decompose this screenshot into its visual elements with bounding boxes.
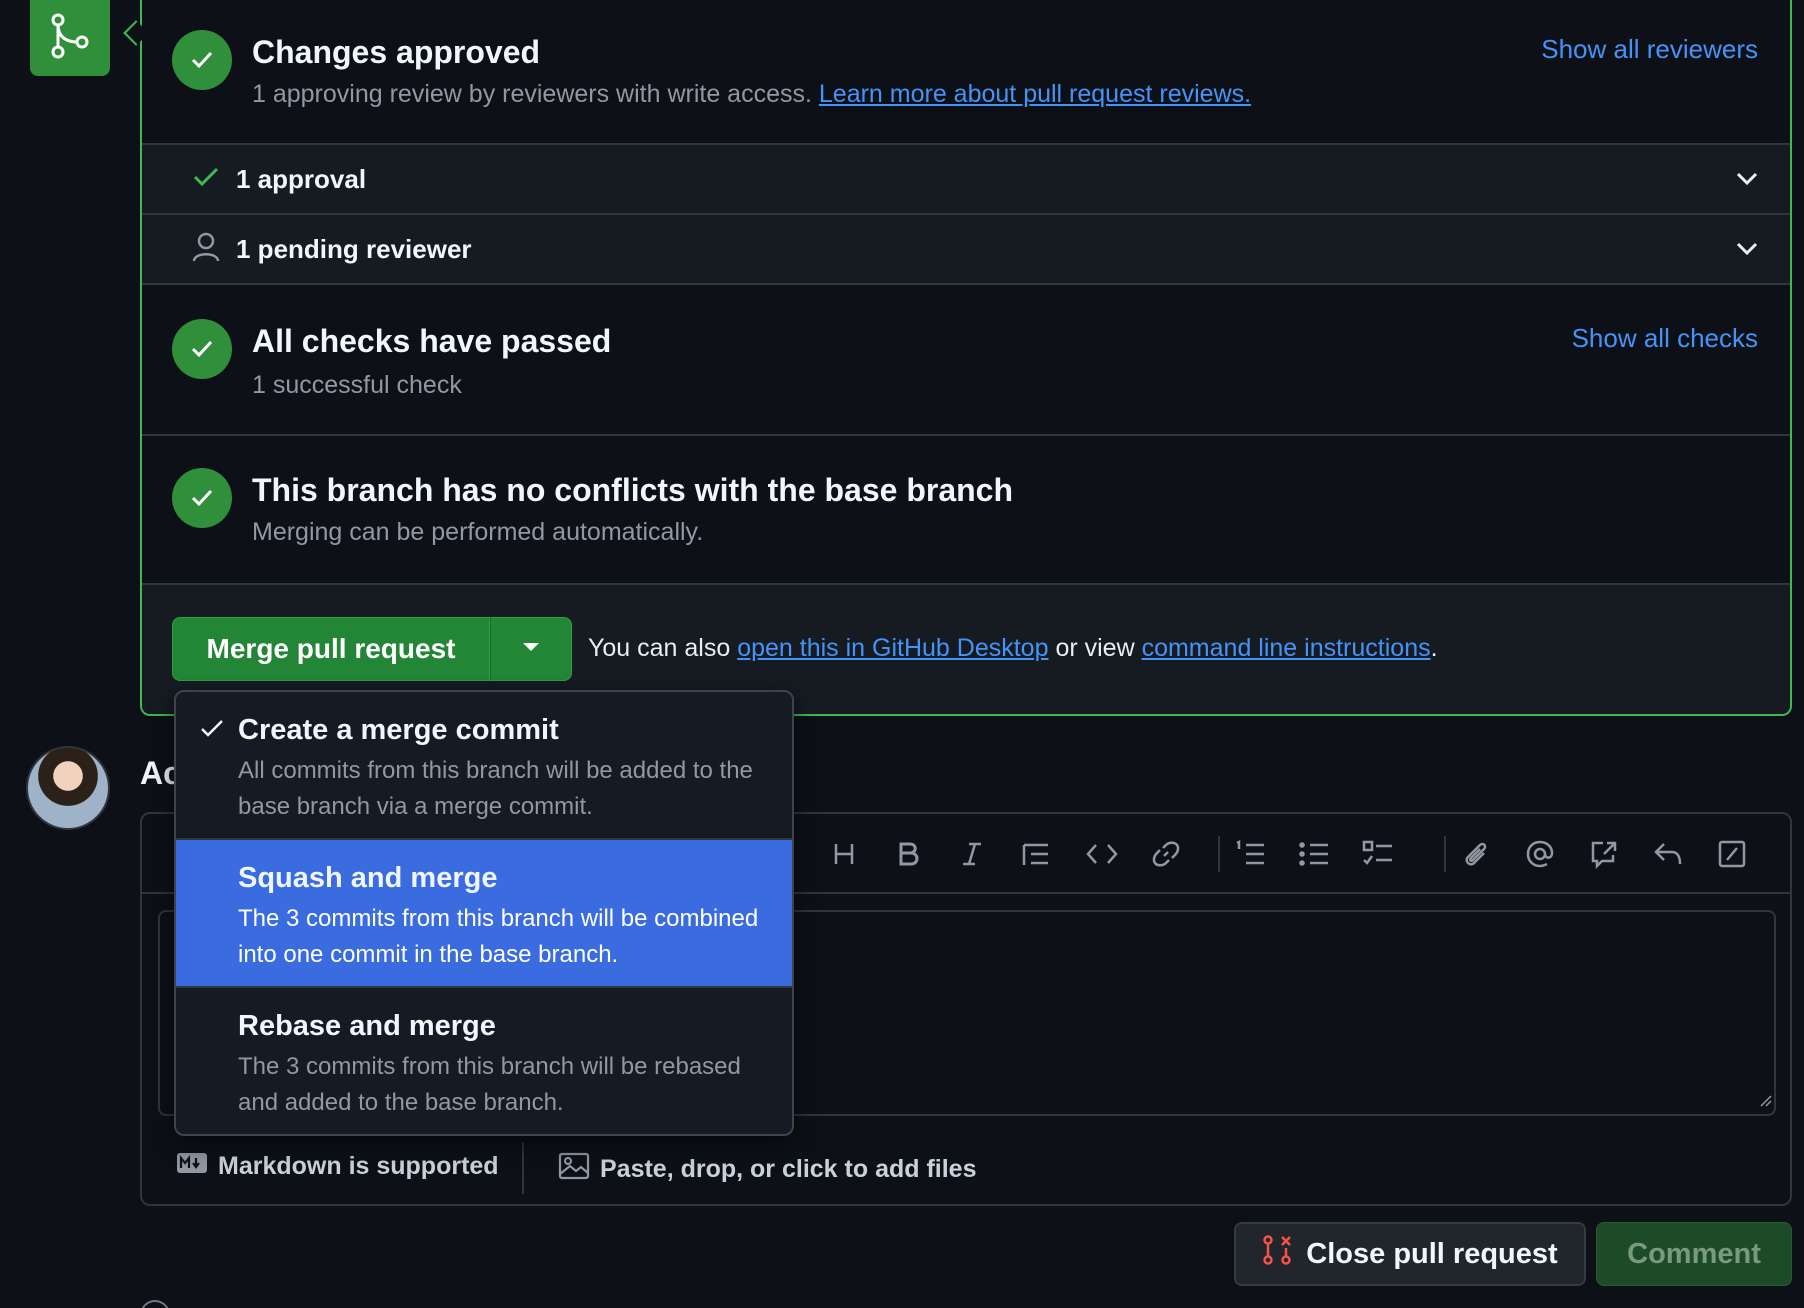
task-list-icon[interactable] <box>1360 836 1396 872</box>
git-pull-request-closed-icon <box>1262 1234 1292 1274</box>
conflicts-section: This branch has no conflicts with the ba… <box>142 436 1790 585</box>
period-text: . <box>1430 634 1438 662</box>
git-merge-tile <box>30 0 110 76</box>
merge-pull-request-button[interactable]: Merge pull request <box>172 617 490 681</box>
pending-reviewer-label: 1 pending reviewer <box>236 233 472 264</box>
approved-check-icon <box>172 30 232 90</box>
avatar[interactable] <box>26 746 110 830</box>
approval-count-label: 1 approval <box>236 163 367 194</box>
code-icon[interactable] <box>1084 836 1120 872</box>
learn-more-reviews-link[interactable]: Learn more about pull request reviews. <box>819 80 1251 108</box>
image-icon <box>558 1152 590 1187</box>
files-note-text: Paste, drop, or click to add files <box>600 1155 977 1183</box>
comment-button[interactable]: Comment <box>1596 1222 1792 1286</box>
person-icon <box>192 232 220 267</box>
heading-icon[interactable] <box>826 836 862 872</box>
resize-handle-icon[interactable] <box>1758 1093 1772 1112</box>
menu-item-title: Squash and merge <box>238 862 498 894</box>
github-desktop-link[interactable]: open this in GitHub Desktop <box>737 634 1048 662</box>
menu-item-rebase-and-merge[interactable]: Rebase and merge The 3 commits from this… <box>176 988 792 1134</box>
conflicts-subtitle: Merging can be performed automatically. <box>252 518 704 546</box>
menu-item-description: The 3 commits from this branch will be r… <box>238 1053 741 1116</box>
show-all-reviewers-link[interactable]: Show all reviewers <box>1541 34 1758 65</box>
merge-method-menu: Create a merge commit All commits from t… <box>174 690 794 1136</box>
chevron-down-icon[interactable] <box>1734 165 1760 196</box>
ordered-list-icon[interactable] <box>1232 836 1268 872</box>
menu-item-description: All commits from this branch will be add… <box>238 757 753 820</box>
quote-icon[interactable] <box>1018 836 1054 872</box>
approved-subtitle-text: 1 approving review by reviewers with wri… <box>252 80 812 108</box>
checks-title: All checks have passed <box>252 323 612 359</box>
markdown-note-text: Markdown is supported <box>218 1152 499 1180</box>
toolbar-divider <box>1444 836 1446 872</box>
slash-command-icon[interactable] <box>1714 836 1750 872</box>
review-status-section: Changes approved 1 approving review by r… <box>142 0 1790 145</box>
selected-check-icon <box>200 718 224 745</box>
cross-reference-icon[interactable] <box>1586 836 1622 872</box>
checks-section: All checks have passed 1 successful chec… <box>142 285 1790 436</box>
footer-divider <box>522 1142 524 1194</box>
conflicts-title: This branch has no conflicts with the ba… <box>252 472 1014 508</box>
merge-box: Changes approved 1 approving review by r… <box>140 0 1792 716</box>
check-icon <box>192 165 220 194</box>
also-prefix: You can also <box>588 634 731 662</box>
merge-alternatives-text: You can also open this in GitHub Desktop… <box>588 634 1438 663</box>
menu-item-create-merge-commit[interactable]: Create a merge commit All commits from t… <box>176 692 792 840</box>
menu-item-title: Rebase and merge <box>238 1010 496 1042</box>
comment-footer: Markdown is supported Paste, drop, or cl… <box>142 1132 1790 1204</box>
pr-merge-page: Changes approved 1 approving review by r… <box>0 0 1804 1308</box>
markdown-supported-note[interactable]: Markdown is supported <box>176 1152 499 1181</box>
git-merge-icon <box>48 12 92 65</box>
reply-icon[interactable] <box>1650 836 1686 872</box>
menu-item-description: The 3 commits from this branch will be c… <box>238 905 759 968</box>
timeline-event-icon <box>140 1300 170 1308</box>
unordered-list-icon[interactable] <box>1296 836 1332 872</box>
chevron-down-icon[interactable] <box>1734 235 1760 266</box>
merge-method-dropdown-button[interactable] <box>490 617 572 681</box>
or-view-text: or view <box>1055 634 1135 662</box>
show-all-checks-link[interactable]: Show all checks <box>1572 323 1758 354</box>
pending-reviewer-row[interactable]: 1 pending reviewer <box>142 215 1790 285</box>
close-button-label: Close pull request <box>1306 1237 1558 1270</box>
checks-subtitle: 1 successful check <box>252 371 462 399</box>
link-icon[interactable] <box>1148 836 1184 872</box>
checks-passed-icon <box>172 319 232 379</box>
triangle-down-icon <box>521 640 541 658</box>
approvals-row[interactable]: 1 approval <box>142 145 1790 215</box>
toolbar-divider <box>1218 836 1220 872</box>
italic-icon[interactable] <box>954 836 990 872</box>
command-line-instructions-link[interactable]: command line instructions <box>1142 634 1431 662</box>
close-pull-request-button[interactable]: Close pull request <box>1234 1222 1586 1286</box>
menu-item-title: Create a merge commit <box>238 714 559 746</box>
add-files-control[interactable]: Paste, drop, or click to add files <box>558 1152 977 1187</box>
markdown-icon <box>176 1152 208 1181</box>
no-conflicts-icon <box>172 468 232 528</box>
bold-icon[interactable] <box>890 836 926 872</box>
attach-icon[interactable] <box>1458 836 1494 872</box>
approved-subtitle: 1 approving review by reviewers with wri… <box>252 80 1251 109</box>
mention-icon[interactable] <box>1522 836 1558 872</box>
approved-title: Changes approved <box>252 34 541 70</box>
menu-item-squash-and-merge[interactable]: Squash and merge The 3 commits from this… <box>176 840 792 988</box>
